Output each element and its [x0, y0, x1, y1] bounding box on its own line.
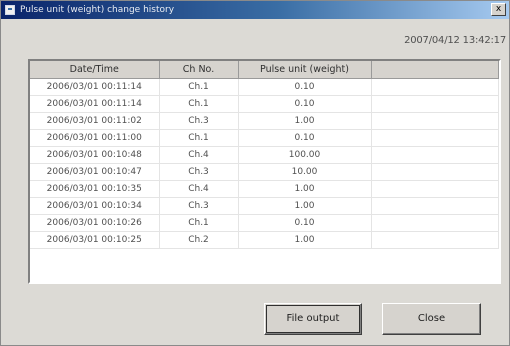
cell-ch-no: Ch.2: [159, 231, 239, 249]
close-button[interactable]: Close: [382, 303, 481, 335]
close-window-button[interactable]: x: [491, 3, 506, 16]
cell-pulse-unit: 1.00: [238, 112, 372, 130]
cell-date-time: 2006/03/01 00:11:14: [30, 78, 160, 96]
cell-ch-no: Ch.3: [159, 112, 239, 130]
table-row[interactable]: 2006/03/01 00:11:00 Ch.1 0.10: [30, 129, 499, 147]
cell-date-time: 2006/03/01 00:10:47: [30, 163, 160, 181]
cell-date-time: 2006/03/01 00:11:14: [30, 95, 160, 113]
cell-extra: [371, 231, 499, 249]
cell-extra: [371, 78, 499, 96]
table-row[interactable]: 2006/03/01 00:11:02 Ch.3 1.00: [30, 112, 499, 130]
history-table: Date/Time Ch No. Pulse unit (weight) 200…: [30, 61, 499, 249]
cell-pulse-unit: 0.10: [238, 78, 372, 96]
table-row[interactable]: 2006/03/01 00:10:35 Ch.4 1.00: [30, 180, 499, 198]
history-dialog: Pulse unit (weight) change history x 200…: [0, 0, 510, 346]
file-output-button[interactable]: File output: [264, 303, 362, 335]
cell-extra: [371, 112, 499, 130]
cell-date-time: 2006/03/01 00:10:48: [30, 146, 160, 164]
column-header-pulse-unit[interactable]: Pulse unit (weight): [238, 61, 372, 79]
cell-ch-no: Ch.1: [159, 214, 239, 232]
cell-date-time: 2006/03/01 00:10:26: [30, 214, 160, 232]
column-header-date-time[interactable]: Date/Time: [30, 61, 160, 79]
cell-pulse-unit: 1.00: [238, 197, 372, 215]
cell-date-time: 2006/03/01 00:10:25: [30, 231, 160, 249]
window-title: Pulse unit (weight) change history: [20, 5, 175, 15]
cell-ch-no: Ch.1: [159, 129, 239, 147]
cell-date-time: 2006/03/01 00:11:02: [30, 112, 160, 130]
cell-extra: [371, 163, 499, 181]
cell-date-time: 2006/03/01 00:10:34: [30, 197, 160, 215]
cell-pulse-unit: 100.00: [238, 146, 372, 164]
title-bar[interactable]: Pulse unit (weight) change history x: [1, 1, 509, 19]
cell-pulse-unit: 1.00: [238, 180, 372, 198]
table-row[interactable]: 2006/03/01 00:11:14 Ch.1 0.10: [30, 95, 499, 113]
header-row: Date/Time Ch No. Pulse unit (weight): [30, 61, 499, 79]
cell-ch-no: Ch.4: [159, 146, 239, 164]
table-row[interactable]: 2006/03/01 00:11:14 Ch.1 0.10: [30, 78, 499, 96]
history-grid[interactable]: Date/Time Ch No. Pulse unit (weight) 200…: [28, 59, 501, 284]
cell-date-time: 2006/03/01 00:11:00: [30, 129, 160, 147]
cell-pulse-unit: 1.00: [238, 231, 372, 249]
cell-ch-no: Ch.1: [159, 78, 239, 96]
cell-extra: [371, 146, 499, 164]
cell-ch-no: Ch.1: [159, 95, 239, 113]
cell-pulse-unit: 0.10: [238, 129, 372, 147]
cell-extra: [371, 129, 499, 147]
cell-pulse-unit: 0.10: [238, 95, 372, 113]
window-icon: [5, 5, 15, 15]
cell-extra: [371, 180, 499, 198]
table-row[interactable]: 2006/03/01 00:10:26 Ch.1 0.10: [30, 214, 499, 232]
table-row[interactable]: 2006/03/01 00:10:34 Ch.3 1.00: [30, 197, 499, 215]
cell-date-time: 2006/03/01 00:10:35: [30, 180, 160, 198]
cell-extra: [371, 95, 499, 113]
column-header-ch-no[interactable]: Ch No.: [159, 61, 239, 79]
table-row[interactable]: 2006/03/01 00:10:25 Ch.2 1.00: [30, 231, 499, 249]
cell-ch-no: Ch.4: [159, 180, 239, 198]
cell-pulse-unit: 10.00: [238, 163, 372, 181]
column-header-extra[interactable]: [371, 61, 499, 79]
cell-extra: [371, 197, 499, 215]
cell-extra: [371, 214, 499, 232]
current-timestamp: 2007/04/12 13:42:17: [404, 35, 506, 46]
cell-ch-no: Ch.3: [159, 197, 239, 215]
table-row[interactable]: 2006/03/01 00:10:47 Ch.3 10.00: [30, 163, 499, 181]
table-row[interactable]: 2006/03/01 00:10:48 Ch.4 100.00: [30, 146, 499, 164]
cell-ch-no: Ch.3: [159, 163, 239, 181]
cell-pulse-unit: 0.10: [238, 214, 372, 232]
